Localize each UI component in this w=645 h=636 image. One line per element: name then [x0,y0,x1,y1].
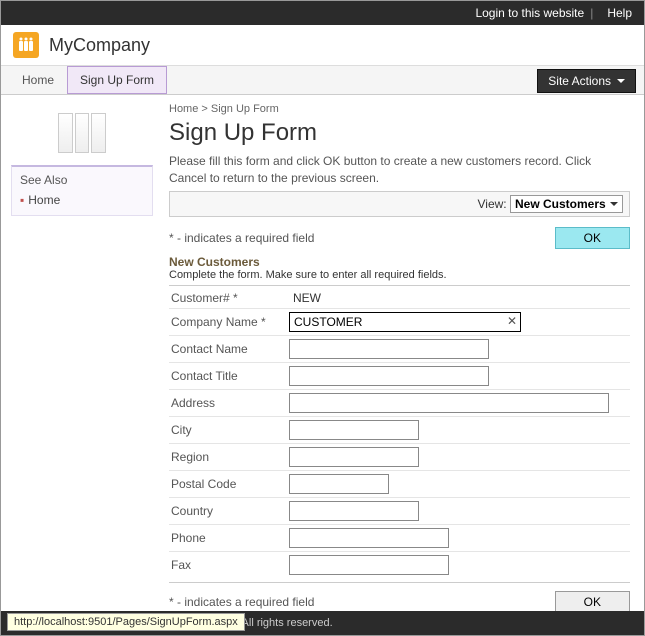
row-company-name: Company Name * ✕ [169,309,630,336]
required-note-bottom: * - indicates a required field [169,595,555,609]
bullet-icon: ▪ [20,193,24,207]
sidebar: See Also ▪Home [1,95,161,635]
page-title: Sign Up Form [169,119,630,147]
row-fax: Fax [169,552,630,578]
separator: | [590,6,593,20]
caret-down-icon [617,79,625,83]
contact-title-input[interactable] [289,366,489,386]
row-postal-code: Postal Code [169,471,630,498]
section-subtitle: Complete the form. Make sure to enter al… [169,269,630,286]
view-select[interactable]: New Customers [510,195,623,213]
row-customer-id: Customer# * NEW [169,288,630,309]
fax-input[interactable] [289,555,449,575]
row-region: Region [169,444,630,471]
phone-input[interactable] [289,528,449,548]
address-input[interactable] [289,393,609,413]
row-contact-title: Contact Title [169,363,630,390]
view-row: View: New Customers [169,191,630,217]
company-name-input[interactable] [289,312,521,332]
nav-row: Home Sign Up Form Site Actions [1,65,644,95]
site-actions-button[interactable]: Site Actions [537,69,636,93]
status-url-tooltip: http://localhost:9501/Pages/SignUpForm.a… [7,613,245,631]
see-also-title: See Also [20,173,144,187]
see-also-panel: See Also ▪Home [11,165,153,216]
ok-button-bottom[interactable]: OK [555,591,630,613]
ok-button-top[interactable]: OK [555,227,630,249]
view-label: View: [478,197,507,211]
company-logo-icon [13,32,39,58]
row-city: City [169,417,630,444]
site-actions-label: Site Actions [548,74,611,88]
breadcrumb-current: Sign Up Form [211,103,279,115]
brand-bar: MyCompany [1,25,644,65]
page-description: Please fill this form and click OK butto… [169,153,630,187]
row-contact-name: Contact Name [169,336,630,363]
breadcrumb: Home > Sign Up Form [169,103,630,115]
top-bar: Login to this website | Help [1,1,644,25]
row-phone: Phone [169,525,630,552]
page-icon [57,113,107,153]
region-input[interactable] [289,447,419,467]
main-content: Home > Sign Up Form Sign Up Form Please … [161,95,644,635]
city-input[interactable] [289,420,419,440]
copyright: y. All rights reserved. [231,617,332,629]
contact-name-input[interactable] [289,339,489,359]
help-link[interactable]: Help [607,6,632,20]
country-input[interactable] [289,501,419,521]
postal-code-input[interactable] [289,474,389,494]
required-note-top: * - indicates a required field [169,231,555,245]
breadcrumb-home[interactable]: Home [169,103,198,115]
row-address: Address [169,390,630,417]
login-link[interactable]: Login to this website [475,6,584,20]
customer-id-value: NEW [289,291,321,305]
clear-icon[interactable]: ✕ [507,314,517,328]
row-country: Country [169,498,630,525]
see-also-item-home[interactable]: ▪Home [20,191,144,209]
section-title: New Customers [169,255,630,269]
company-name: MyCompany [49,35,150,56]
tab-sign-up-form[interactable]: Sign Up Form [67,66,167,94]
tab-home[interactable]: Home [9,66,67,94]
